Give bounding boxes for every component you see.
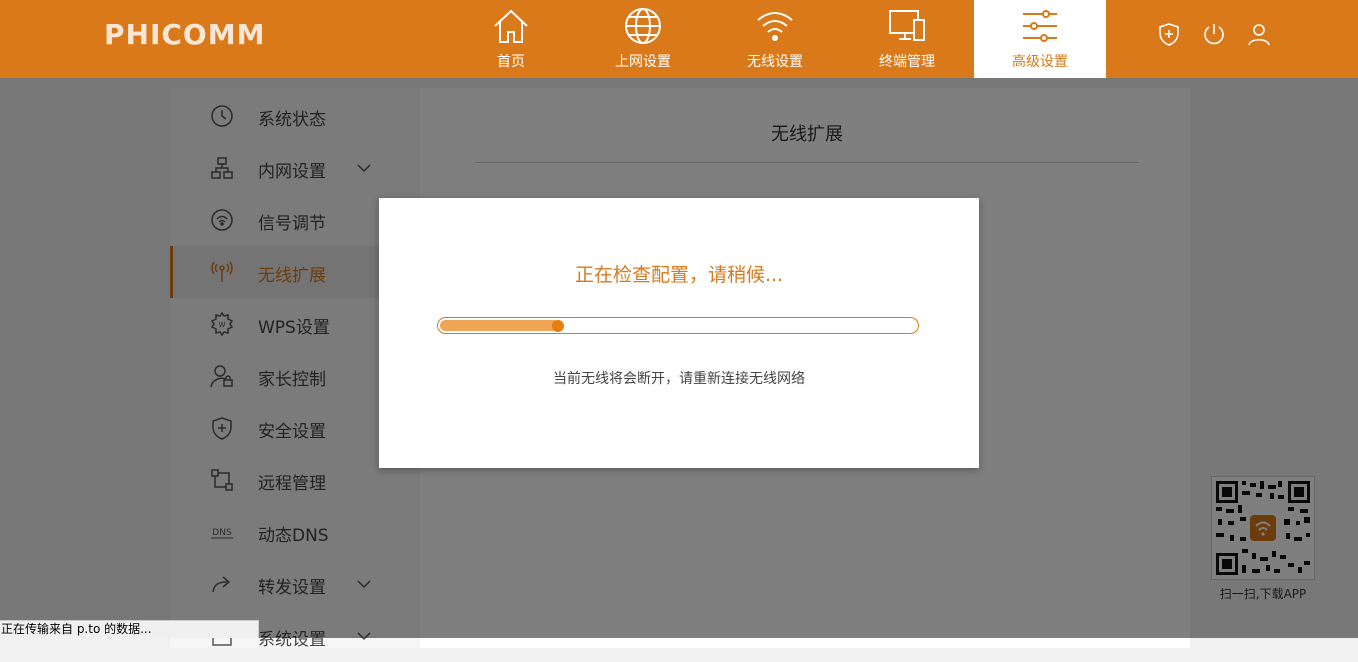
nav-internet-label: 上网设置 [615, 54, 671, 70]
browser-status-bar: 正在传输来自 p.to 的数据... [0, 620, 259, 638]
globe-icon [625, 8, 661, 44]
user-icon[interactable] [1247, 22, 1271, 46]
sliders-icon [1023, 10, 1057, 42]
nav-advanced-label: 高级设置 [1012, 54, 1068, 70]
progress-fill [440, 320, 560, 331]
dialog-title: 正在检查配置，请稍候... [574, 264, 784, 286]
nav-wireless-settings[interactable]: 无线设置 [709, 0, 841, 78]
devices-icon [889, 10, 925, 41]
nav-advanced-settings[interactable]: 高级设置 [974, 0, 1106, 78]
progress-bar [437, 317, 919, 334]
nav-device-label: 终端管理 [879, 54, 935, 70]
wifi-icon [757, 12, 793, 41]
brand-logo: PHICOMM [104, 18, 266, 51]
shield-plus-icon[interactable] [1157, 22, 1181, 46]
nav-home[interactable]: 首页 [445, 0, 577, 78]
progress-dialog: 正在检查配置，请稍候... 当前无线将会断开，请重新连接无线网络 [379, 198, 979, 468]
top-navigation-bar: PHICOMM 首页 上网设置 无线设置 终端管理 高级设置 [0, 0, 1358, 78]
nav-home-label: 首页 [497, 54, 525, 70]
power-icon[interactable] [1202, 22, 1226, 46]
nav-wireless-label: 无线设置 [747, 54, 803, 70]
progress-indicator [552, 320, 564, 332]
nav-internet-settings[interactable]: 上网设置 [577, 0, 709, 78]
nav-device-management[interactable]: 终端管理 [841, 0, 973, 78]
home-icon [494, 9, 528, 43]
dialog-note: 当前无线将会断开，请重新连接无线网络 [553, 371, 805, 387]
